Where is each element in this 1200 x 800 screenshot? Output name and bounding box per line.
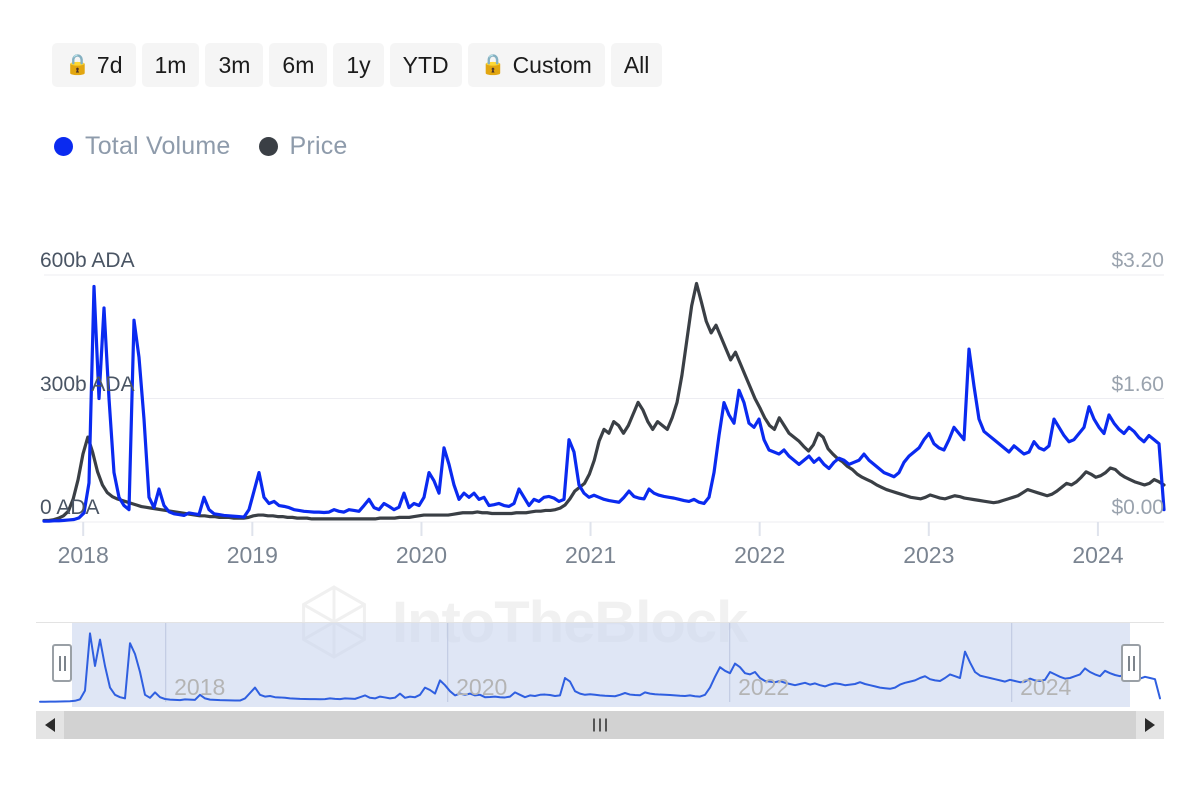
x-axis-tick: 2019	[226, 542, 278, 568]
x-axis-tick: 2023	[903, 542, 955, 568]
range-button-1y[interactable]: 1y	[333, 43, 384, 87]
range-button-label: 1m	[154, 51, 187, 78]
chart-canvas	[42, 274, 1166, 536]
range-button-3m[interactable]: 3m	[205, 43, 264, 87]
range-button-6m[interactable]: 6m	[269, 43, 328, 87]
chart-legend: Total Volume Price	[54, 132, 348, 161]
navigator-year-label: 2022	[738, 674, 790, 700]
range-button-1m[interactable]: 1m	[141, 43, 200, 87]
x-axis-tick: 2022	[734, 542, 786, 568]
main-chart[interactable]: IntoTheBlock 0 ADA 300b ADA 600b ADA $0.00 $…	[0, 236, 1200, 659]
y-axis-left-tick: 600b ADA	[40, 249, 135, 272]
navigator[interactable]: 2018 2020 2022 2024	[36, 622, 1164, 707]
legend-item-price[interactable]: Price	[258, 132, 348, 161]
navigator-left-handle[interactable]	[52, 644, 72, 682]
legend-marker-icon	[54, 137, 73, 156]
arrow-right-icon	[1145, 718, 1155, 732]
legend-label: Total Volume	[85, 132, 231, 160]
range-button-label: YTD	[402, 51, 449, 78]
range-button-ytd[interactable]: YTD	[389, 43, 462, 87]
range-button-label: 7d	[96, 51, 123, 78]
x-axis-tick: 2021	[564, 542, 617, 568]
x-axis-tick: 2024	[1072, 542, 1124, 568]
range-button-label: 1y	[346, 51, 371, 78]
chart-page: 🔒 7d 1m 3m 6m 1y YTD 🔒 Custom All Total Volume Pri…	[0, 0, 1200, 800]
scroll-left-button[interactable]	[36, 711, 64, 739]
scrollbar-grip-icon[interactable]	[593, 718, 607, 732]
navigator-year-label: 2024	[1020, 674, 1072, 700]
legend-marker-icon	[258, 137, 278, 156]
y-axis-right-tick: $0.00	[1111, 496, 1164, 519]
lock-icon: 🔒	[65, 54, 90, 76]
scrollbar-track[interactable]	[64, 711, 1136, 739]
range-button-label: 6m	[282, 51, 315, 78]
legend-item-total-volume[interactable]: Total Volume	[54, 132, 231, 161]
range-selector: 🔒 7d 1m 3m 6m 1y YTD 🔒 Custom All	[52, 43, 663, 87]
navigator-year-label: 2020	[456, 674, 508, 700]
y-axis-left-tick: 0 ADA	[40, 496, 100, 519]
range-button-7d[interactable]: 🔒 7d	[52, 43, 136, 87]
lock-icon: 🔒	[480, 54, 506, 76]
y-axis-right-tick: $3.20	[1111, 249, 1164, 272]
range-button-custom[interactable]: 🔒 Custom	[467, 43, 605, 87]
scroll-right-button[interactable]	[1136, 711, 1164, 739]
range-button-label: All	[623, 51, 650, 78]
range-button-all[interactable]: All	[610, 43, 663, 87]
arrow-left-icon	[45, 718, 55, 732]
chart-scrollbar[interactable]	[36, 711, 1164, 739]
x-axis-tick: 2018	[57, 542, 109, 568]
navigator-right-handle[interactable]	[1121, 644, 1141, 682]
y-axis-right-tick: $1.60	[1111, 372, 1164, 396]
y-axis-left-tick: 300b ADA	[40, 372, 135, 396]
navigator-year-label: 2018	[174, 674, 226, 700]
x-axis-tick: 2020	[395, 542, 448, 568]
legend-label: Price	[289, 132, 348, 160]
range-button-label: 3m	[218, 51, 251, 78]
range-button-label: Custom	[512, 51, 592, 78]
